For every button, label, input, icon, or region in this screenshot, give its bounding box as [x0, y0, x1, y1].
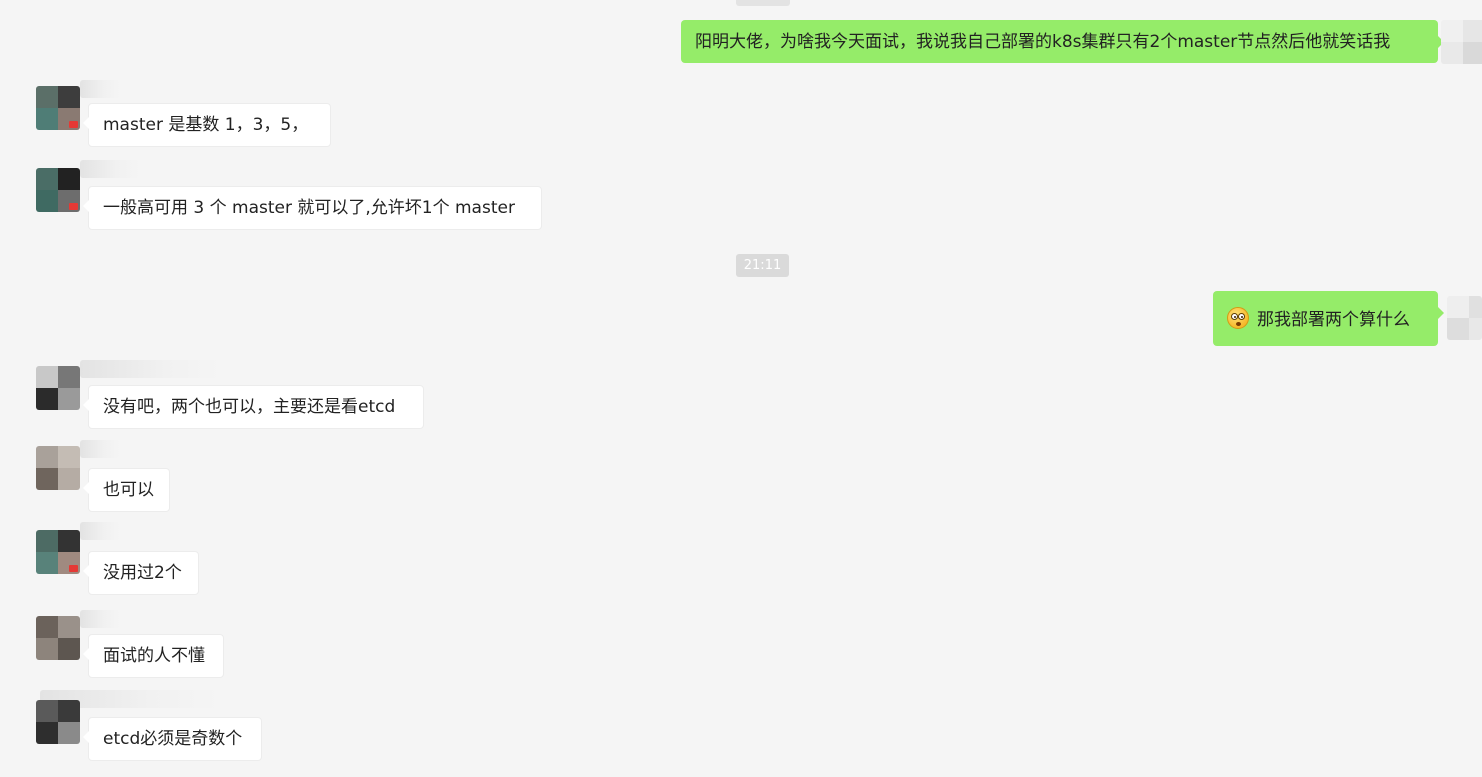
avatar-contact[interactable] — [36, 530, 80, 574]
sender-name-blurred — [80, 522, 120, 540]
message-text: 阳明大佬，为啥我今天面试，我说我自己部署的k8s集群只有2个master节点然后… — [695, 32, 1391, 52]
timestamp-badge: 21:11 — [736, 254, 789, 277]
message-text: etcd必须是奇数个 — [103, 729, 243, 749]
avatar-contact[interactable] — [36, 616, 80, 660]
sender-name-blurred — [80, 360, 220, 378]
flag-icon — [69, 565, 78, 572]
message-text: 没有吧，两个也可以，主要还是看etcd — [103, 397, 396, 417]
message-bubble-incoming[interactable]: etcd必须是奇数个 — [83, 717, 262, 761]
message-text: 面试的人不懂 — [103, 646, 205, 666]
message-text: 也可以 — [103, 480, 154, 500]
message-bubble-incoming[interactable]: 一般高可用 3 个 master 就可以了,允许坏1个 master — [83, 186, 542, 230]
message-bubble-incoming[interactable]: master 是基数 1，3，5， — [83, 103, 331, 147]
message-text: master 是基数 1，3，5， — [103, 115, 309, 135]
message-text: 那我部署两个算什么 — [1257, 310, 1410, 330]
sender-name-blurred — [80, 80, 120, 98]
flag-icon — [69, 203, 78, 210]
sender-name-blurred — [80, 160, 140, 178]
message-text: 一般高可用 3 个 master 就可以了,允许坏1个 master — [103, 198, 515, 218]
message-bubble-incoming[interactable]: 面试的人不懂 — [83, 634, 224, 678]
message-bubble-outgoing[interactable]: 那我部署两个算什么 — [1213, 291, 1444, 346]
flag-icon — [69, 121, 78, 128]
flushed-face-emoji-icon — [1227, 307, 1249, 329]
avatar-contact[interactable] — [36, 446, 80, 490]
avatar-self[interactable] — [1447, 296, 1482, 340]
avatar-contact[interactable] — [36, 700, 80, 744]
avatar-contact[interactable] — [36, 86, 80, 130]
previous-timestamp-stub — [736, 0, 790, 6]
chat-message-area[interactable]: 阳明大佬，为啥我今天面试，我说我自己部署的k8s集群只有2个master节点然后… — [0, 0, 1482, 777]
message-bubble-incoming[interactable]: 没有吧，两个也可以，主要还是看etcd — [83, 385, 424, 429]
avatar-contact[interactable] — [36, 168, 80, 212]
message-bubble-incoming[interactable]: 没用过2个 — [83, 551, 199, 595]
message-text: 没用过2个 — [103, 563, 182, 583]
avatar-self[interactable] — [1441, 20, 1482, 64]
message-bubble-incoming[interactable]: 也可以 — [83, 468, 170, 512]
sender-name-blurred — [80, 610, 120, 628]
sender-name-blurred — [80, 440, 120, 458]
message-bubble-outgoing[interactable]: 阳明大佬，为啥我今天面试，我说我自己部署的k8s集群只有2个master节点然后… — [681, 20, 1444, 63]
avatar-contact[interactable] — [36, 366, 80, 410]
